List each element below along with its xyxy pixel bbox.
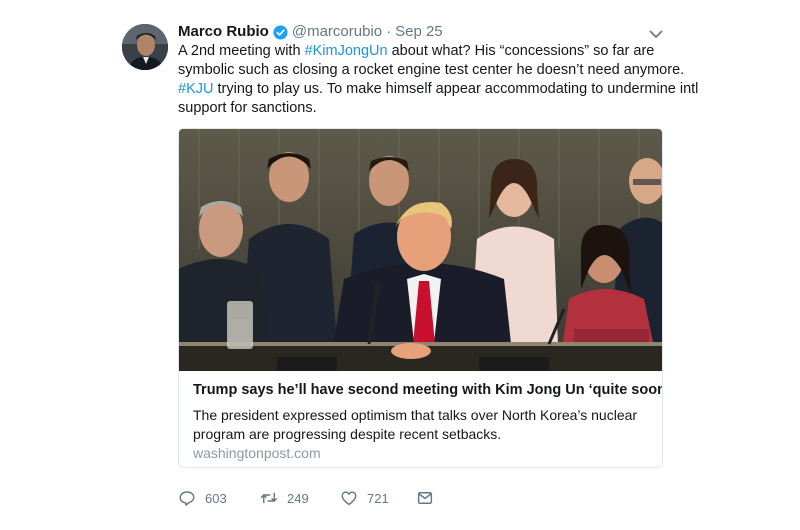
tweet: Marco Rubio @marcorubio · Sep 25 A 2nd m… bbox=[0, 0, 800, 530]
hashtag-kju[interactable]: #KJU bbox=[178, 81, 213, 97]
hashtag-kimjongun[interactable]: #KimJongUn bbox=[305, 43, 388, 59]
avatar-image bbox=[122, 24, 168, 70]
chevron-down-icon[interactable] bbox=[648, 26, 664, 42]
timestamp[interactable]: Sep 25 bbox=[395, 22, 443, 42]
direct-message-button[interactable] bbox=[416, 489, 434, 507]
handle[interactable]: @marcorubio bbox=[292, 22, 382, 42]
like-count: 721 bbox=[367, 490, 389, 506]
card-description: The president expressed optimism that ta… bbox=[193, 406, 653, 444]
retweet-button[interactable]: 249 bbox=[260, 489, 340, 507]
retweet-icon bbox=[260, 492, 278, 504]
direct-message-icon bbox=[417, 492, 433, 504]
text-fragment: A 2nd meeting with bbox=[178, 43, 305, 59]
like-icon bbox=[341, 491, 357, 506]
tweet-text-line-4: support for sanctions. bbox=[178, 100, 317, 116]
card-description-line-2: program are progressing despite recent s… bbox=[193, 426, 502, 442]
reply-icon bbox=[179, 491, 195, 506]
reply-button[interactable]: 603 bbox=[178, 489, 260, 507]
display-name[interactable]: Marco Rubio bbox=[178, 22, 269, 42]
card-domain[interactable]: washingtonpost.com bbox=[193, 445, 321, 461]
verified-badge-icon bbox=[273, 24, 288, 40]
tweet-text-line-1: A 2nd meeting with #KimJongUn about what… bbox=[178, 43, 654, 59]
text-fragment: about what? His “concessions” so far are bbox=[387, 43, 655, 59]
tweet-text: A 2nd meeting with #KimJongUn about what… bbox=[178, 42, 698, 118]
card-title[interactable]: Trump says he’ll have second meeting wit… bbox=[193, 382, 662, 398]
separator-dot: · bbox=[386, 23, 392, 40]
like-button[interactable]: 721 bbox=[340, 489, 416, 507]
news-photo bbox=[179, 129, 662, 371]
retweet-count: 249 bbox=[287, 490, 309, 506]
link-card[interactable]: Trump says he’ll have second meeting wit… bbox=[178, 128, 663, 468]
tweet-header: Marco Rubio @marcorubio · Sep 25 bbox=[178, 22, 443, 42]
avatar[interactable] bbox=[122, 24, 168, 70]
tweet-text-line-3: #KJU trying to play us. To make himself … bbox=[178, 81, 698, 97]
tweet-text-line-2: symbolic such as closing a rocket engine… bbox=[178, 62, 685, 78]
text-fragment: trying to play us. To make himself appea… bbox=[213, 81, 699, 97]
tweet-actions: 603 249 721 bbox=[178, 487, 434, 509]
reply-count: 603 bbox=[205, 490, 227, 506]
card-description-line-1: The president expressed optimism that ta… bbox=[193, 407, 638, 423]
